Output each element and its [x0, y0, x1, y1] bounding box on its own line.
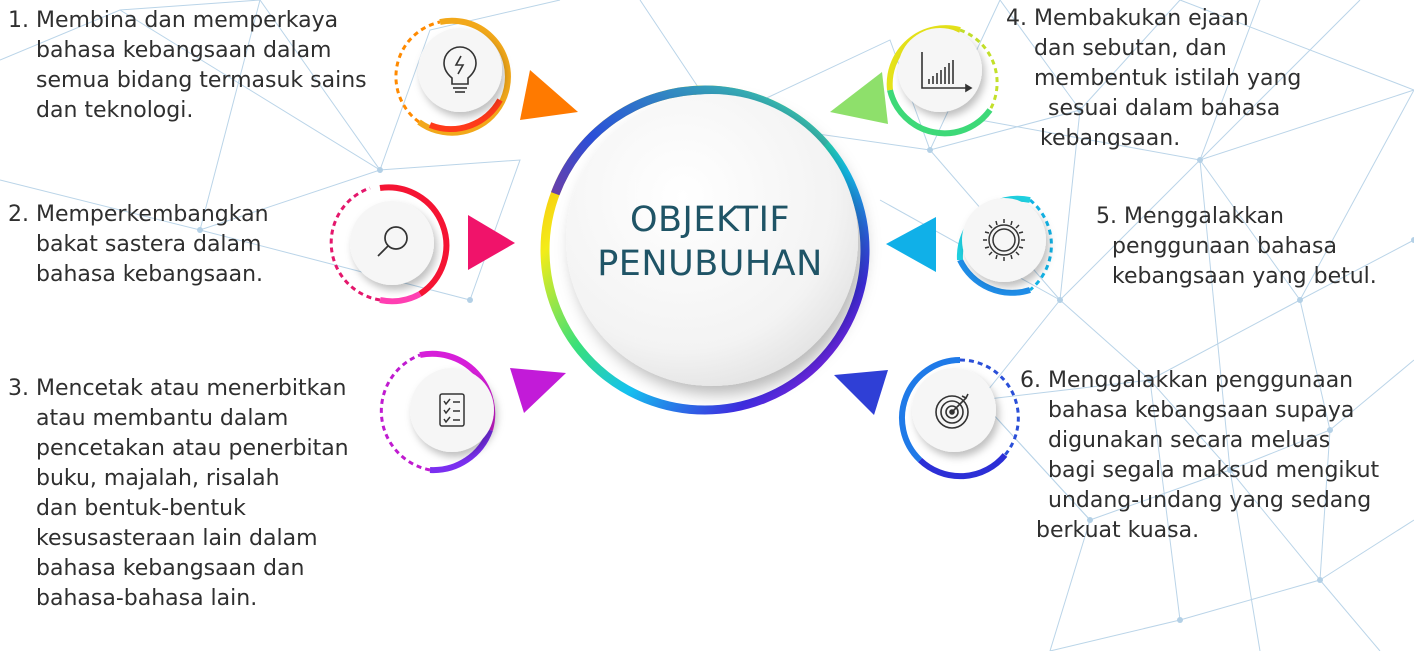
item-6-line-3: digunakan secara meluas	[1048, 428, 1331, 453]
item-6-line-2: bahasa kebangsaan supaya	[1048, 398, 1355, 423]
arrow-1	[520, 70, 578, 120]
item-4-line-3: membentuk istilah yang	[1034, 66, 1302, 91]
item-5-line-3: kebangsaan yang betul.	[1112, 264, 1377, 289]
arrow-6	[834, 370, 888, 415]
center-title: OBJEKTIF PENUBUHAN	[575, 198, 845, 286]
badge-2	[329, 184, 450, 305]
item-1-line-3: semua bidang termasuk sains	[36, 68, 367, 93]
item-5-text: 5. Menggalakkan penggunaan bahasa kebang…	[1096, 202, 1377, 292]
item-3-line-5: dan bentuk-bentuk	[36, 496, 246, 521]
center-title-line-2: PENUBUHAN	[597, 244, 823, 284]
badge-4	[886, 25, 999, 137]
badge-3	[379, 350, 496, 474]
item-6-line-1: 6. Menggalakkan penggunaan	[1020, 368, 1354, 393]
item-2-line-1: 2. Memperkembangkan	[8, 202, 269, 227]
item-2-line-3: bahasa kebangsaan.	[36, 262, 264, 287]
arrow-4	[830, 72, 888, 124]
badge-1	[394, 17, 511, 136]
item-3-line-4: buku, majalah, risalah	[36, 466, 280, 491]
item-4-text: 4. Membakukan ejaan dan sebutan, dan mem…	[1006, 4, 1301, 154]
item-1-line-2: bahasa kebangsaan dalam	[36, 38, 332, 63]
item-6-text: 6. Menggalakkan penggunaan bahasa kebang…	[1020, 366, 1379, 546]
item-3-line-7: bahasa kebangsaan dan	[36, 556, 305, 581]
item-4-line-2: dan sebutan, dan	[1034, 36, 1227, 61]
item-6-line-5: undang-undang yang sedang	[1048, 488, 1372, 513]
item-3-line-6: kesusasteraan lain dalam	[36, 526, 318, 551]
item-3-line-3: pencetakan atau penerbitan	[36, 436, 349, 461]
arrow-2	[468, 215, 515, 270]
item-3-line-8: bahasa-bahasa lain.	[36, 586, 258, 611]
item-1-line-1: 1. Membina dan memperkaya	[8, 8, 339, 33]
item-3-line-1: 3. Mencetak atau menerbitkan	[8, 376, 347, 401]
item-1-text: 1. Membina dan memperkaya bahasa kebangs…	[8, 6, 367, 126]
item-5-line-1: 5. Menggalakkan	[1096, 204, 1284, 229]
item-2-text: 2. Memperkembangkan bakat sastera dalam …	[8, 200, 269, 290]
badge-6	[899, 357, 1020, 480]
item-5-line-2: penggunaan bahasa	[1112, 234, 1337, 259]
item-3-text: 3. Mencetak atau menerbitkan atau memban…	[8, 374, 349, 614]
center-title-line-1: OBJEKTIF	[629, 200, 791, 240]
item-1-line-4: dan teknologi.	[36, 98, 194, 123]
item-6-line-6: berkuat kuasa.	[1036, 518, 1200, 543]
item-4-line-1: 4. Membakukan ejaan	[1006, 6, 1249, 31]
item-4-line-5: kebangsaan.	[1040, 126, 1181, 151]
item-4-line-4: sesuai dalam bahasa	[1048, 96, 1281, 121]
item-3-line-2: atau membantu dalam	[36, 406, 289, 431]
arrow-3	[510, 368, 566, 413]
arrow-5	[886, 217, 936, 272]
item-2-line-2: bakat sastera dalam	[36, 232, 262, 257]
item-6-line-4: bagi segala maksud mengikut	[1048, 458, 1380, 483]
badge-5	[956, 195, 1053, 296]
